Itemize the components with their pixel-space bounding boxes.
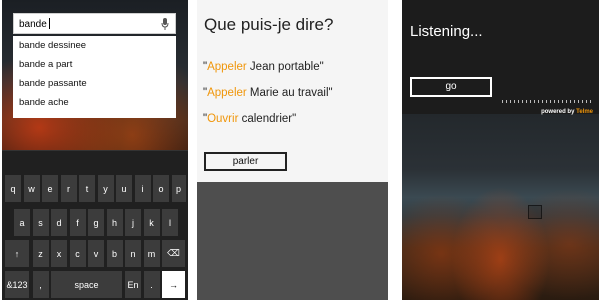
page-title: Listening... — [410, 23, 483, 40]
key-k[interactable]: k — [143, 209, 160, 236]
text-cursor — [48, 18, 50, 29]
key-u[interactable]: u — [116, 175, 132, 202]
suggestion-item[interactable]: bande passante — [13, 74, 176, 93]
background-photo — [402, 114, 599, 300]
go-button[interactable]: go — [410, 77, 492, 97]
suggestion-item[interactable]: bande a part — [13, 55, 176, 74]
page-title: Que puis-je dire? — [204, 15, 334, 34]
key-c[interactable]: c — [69, 240, 86, 267]
suggestion-item[interactable]: bande dessinee — [13, 36, 176, 55]
symbols-key[interactable]: &123 — [5, 271, 29, 298]
enter-key[interactable]: → — [162, 271, 185, 298]
key-a[interactable]: a — [14, 209, 30, 236]
microphone-icon[interactable] — [161, 18, 169, 30]
command-example: "Appeler Jean portable" — [203, 61, 324, 73]
command-example: "Ouvrir calendrier" — [203, 113, 296, 125]
keyboard-row-4: &123 , space En . → — [2, 271, 188, 299]
search-input-value: bande — [19, 19, 47, 30]
command-text: Jean portable" — [246, 61, 324, 73]
key-o[interactable]: o — [153, 175, 169, 202]
key-y[interactable]: y — [97, 175, 114, 202]
key-m[interactable]: m — [143, 240, 160, 267]
key-z[interactable]: z — [32, 240, 49, 267]
focus-marker — [528, 205, 542, 219]
listening-screen: Listening... go powered by Telme — [402, 0, 599, 300]
key-j[interactable]: j — [125, 209, 141, 236]
keyboard-row-3: ↑ z x c v b n m ⌫ — [2, 240, 188, 268]
key-i[interactable]: i — [134, 175, 151, 202]
command-verb: Appeler — [207, 61, 247, 73]
brand-name: Telme — [576, 109, 593, 115]
key-f[interactable]: f — [69, 209, 86, 236]
command-example: "Appeler Marie au travail" — [203, 87, 333, 99]
key-d[interactable]: d — [51, 209, 67, 236]
voice-help-screen: Que puis-je dire? "Appeler Jean portable… — [197, 0, 388, 300]
key-l[interactable]: l — [162, 209, 178, 236]
command-verb: Ouvrir — [207, 113, 239, 125]
key-w[interactable]: w — [23, 175, 40, 202]
key-b[interactable]: b — [106, 240, 123, 267]
key-t[interactable]: t — [79, 175, 95, 202]
period-key[interactable]: . — [143, 271, 160, 298]
audio-level-meter — [502, 100, 594, 103]
space-key[interactable]: space — [51, 271, 122, 298]
powered-by-label: powered by Telme — [541, 109, 593, 115]
command-text: Marie au travail" — [246, 87, 333, 99]
speak-button[interactable]: parler — [204, 152, 287, 171]
key-v[interactable]: v — [88, 240, 104, 267]
keyboard-row-1: q w e r t y u i o p — [2, 175, 188, 203]
key-s[interactable]: s — [32, 209, 49, 236]
shift-key[interactable]: ↑ — [5, 240, 29, 267]
command-text: calendrier" — [238, 113, 297, 125]
suggestion-list: bande dessinee bande a part bande passan… — [13, 36, 176, 118]
key-e[interactable]: e — [42, 175, 58, 202]
key-p[interactable]: p — [171, 175, 186, 202]
comma-key[interactable]: , — [32, 271, 49, 298]
suggestion-item[interactable]: bande ache — [13, 93, 176, 112]
powered-by-text: powered by — [541, 109, 575, 115]
command-verb: Appeler — [207, 87, 247, 99]
key-h[interactable]: h — [106, 209, 123, 236]
backspace-key[interactable]: ⌫ — [162, 240, 185, 267]
search-input[interactable]: bande — [13, 13, 176, 34]
language-key[interactable]: En — [125, 271, 141, 298]
on-screen-keyboard: q w e r t y u i o p a s d f g h j k l ↑ … — [2, 150, 188, 300]
key-x[interactable]: x — [51, 240, 67, 267]
search-keyboard-screen: bande bande dessinee bande a part bande … — [2, 0, 188, 300]
keyboard-row-2: a s d f g h j k l — [2, 209, 188, 237]
key-q[interactable]: q — [5, 175, 21, 202]
bottom-gray-area — [197, 182, 388, 300]
key-g[interactable]: g — [88, 209, 104, 236]
key-n[interactable]: n — [125, 240, 141, 267]
key-r[interactable]: r — [60, 175, 77, 202]
